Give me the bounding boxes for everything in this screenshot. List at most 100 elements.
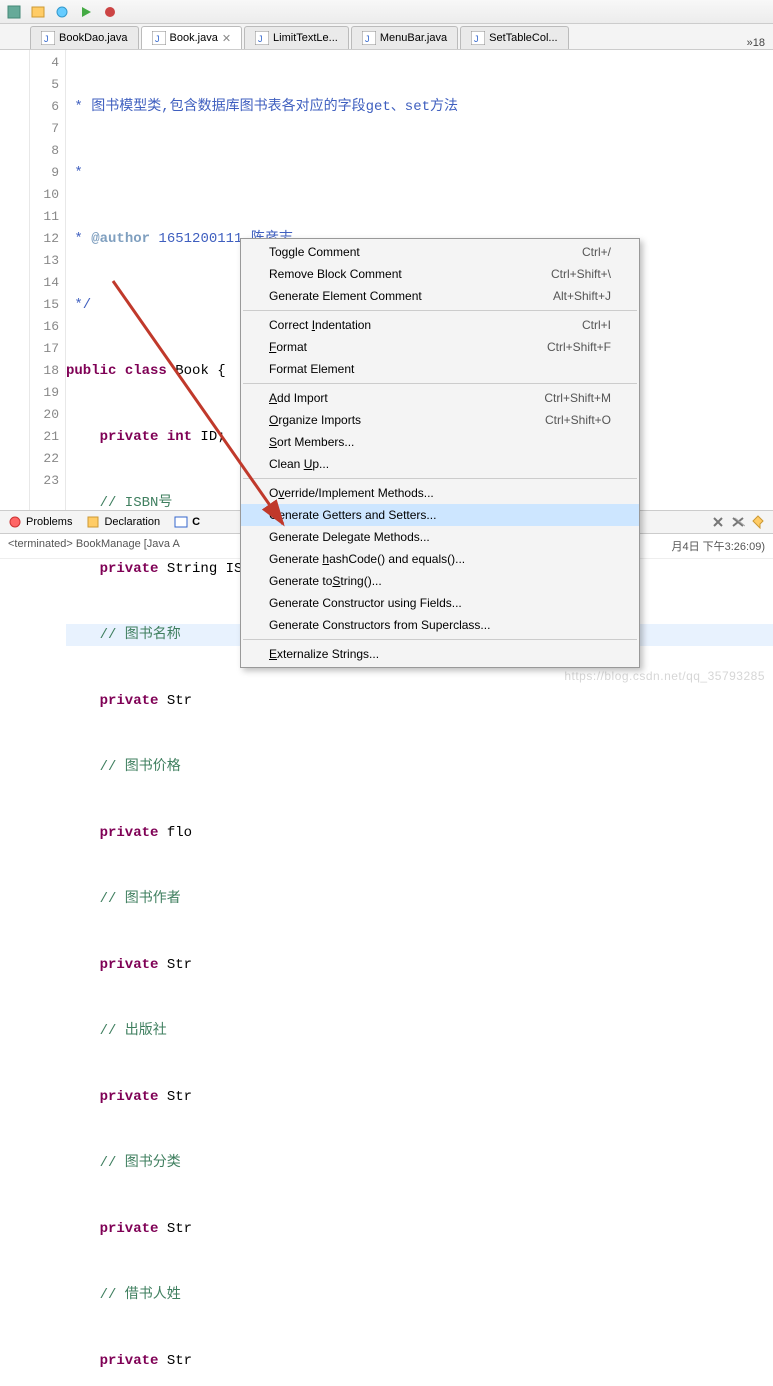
menu-item-label: Generate Constructors from Superclass...	[269, 618, 490, 632]
menu-item-label: Generate Element Comment	[269, 289, 422, 303]
menu-item[interactable]: Format Ctrl+Shift+F	[241, 336, 639, 358]
editor-tabs: J BookDao.java J Book.java ✕ J LimitText…	[0, 24, 773, 50]
line-number: 6	[30, 96, 59, 118]
problems-icon	[8, 515, 22, 529]
line-number: 21	[30, 426, 59, 448]
menu-item-label: Generate Delegate Methods...	[269, 530, 430, 544]
menu-item-label: Organize Imports	[269, 413, 361, 427]
line-number: 4	[30, 52, 59, 74]
line-number: 8	[30, 140, 59, 162]
menu-item-label: Override/Implement Methods...	[269, 486, 434, 500]
tab-book[interactable]: J Book.java ✕	[141, 26, 243, 49]
line-number: 9	[30, 162, 59, 184]
menu-item[interactable]: Generate Constructor using Fields...	[241, 592, 639, 614]
tab-settablecol[interactable]: J SetTableCol...	[460, 26, 568, 49]
menu-item-shortcut: Ctrl+Shift+\	[551, 267, 611, 281]
menu-item-label: Correct Indentation	[269, 318, 371, 332]
line-number: 23	[30, 470, 59, 492]
line-number: 18	[30, 360, 59, 382]
more-tabs-button[interactable]: »18	[739, 37, 773, 49]
menu-item[interactable]: Correct Indentation Ctrl+I	[241, 314, 639, 336]
menu-item[interactable]: Generate hashCode() and equals()...	[241, 548, 639, 570]
menu-item[interactable]: Sort Members...	[241, 431, 639, 453]
menu-item-label: Externalize Strings...	[269, 647, 379, 661]
menu-item-label: Toggle Comment	[269, 245, 360, 259]
toolbar-icon[interactable]	[54, 4, 70, 20]
close-icon[interactable]: ✕	[222, 32, 231, 45]
tab-bookdao[interactable]: J BookDao.java	[30, 26, 139, 49]
tab-label: BookDao.java	[59, 32, 128, 44]
toolbar-icon[interactable]	[102, 4, 118, 20]
menu-item[interactable]: Organize Imports Ctrl+Shift+O	[241, 409, 639, 431]
folding-margin[interactable]	[0, 50, 30, 510]
svg-text:J: J	[365, 34, 370, 44]
menu-item[interactable]: Clean Up...	[241, 453, 639, 475]
menu-item[interactable]: Format Element	[241, 358, 639, 380]
line-number: 5	[30, 74, 59, 96]
menu-item-shortcut: Alt+Shift+J	[553, 289, 611, 303]
toolbar-icon[interactable]	[30, 4, 46, 20]
line-number: 10	[30, 184, 59, 206]
svg-text:J: J	[44, 34, 49, 44]
java-file-icon: J	[255, 31, 269, 45]
tab-limittext[interactable]: J LimitTextLe...	[244, 26, 349, 49]
menu-separator	[243, 383, 637, 384]
source-context-menu: Toggle Comment Ctrl+/ Remove Block Comment…	[240, 238, 640, 668]
tab-label: MenuBar.java	[380, 32, 447, 44]
line-number: 14	[30, 272, 59, 294]
menu-item-shortcut: Ctrl+/	[582, 245, 611, 259]
menu-item[interactable]: Add Import Ctrl+Shift+M	[241, 387, 639, 409]
line-number: 16	[30, 316, 59, 338]
menu-separator	[243, 639, 637, 640]
java-file-icon: J	[41, 31, 55, 45]
menu-item-label: Remove Block Comment	[269, 267, 402, 281]
toolbar-icon[interactable]	[78, 4, 94, 20]
menu-item[interactable]: Externalize Strings...	[241, 643, 639, 665]
menu-item[interactable]: Generate Delegate Methods...	[241, 526, 639, 548]
line-number: 17	[30, 338, 59, 360]
java-file-icon: J	[152, 31, 166, 45]
tab-label: Book.java	[170, 32, 218, 44]
tab-label: LimitTextLe...	[273, 32, 338, 44]
watermark: https://blog.csdn.net/qq_35793285	[564, 669, 765, 683]
menu-item[interactable]: Generate Getters and Setters...	[241, 504, 639, 526]
menu-item-label: Generate Getters and Setters...	[269, 508, 436, 522]
line-number: 12	[30, 228, 59, 250]
menu-item[interactable]: Toggle Comment Ctrl+/	[241, 241, 639, 263]
tab-problems[interactable]: Problems	[8, 515, 72, 529]
menu-item-shortcut: Ctrl+I	[582, 318, 611, 332]
java-file-icon: J	[362, 31, 376, 45]
line-number: 13	[30, 250, 59, 272]
tab-label: SetTableCol...	[489, 32, 557, 44]
menu-item[interactable]: Generate Constructors from Superclass...	[241, 614, 639, 636]
line-number: 22	[30, 448, 59, 470]
menu-item[interactable]: Generate Element Comment Alt+Shift+J	[241, 285, 639, 307]
menu-item-shortcut: Ctrl+Shift+M	[544, 391, 611, 405]
menu-item[interactable]: Override/Implement Methods...	[241, 482, 639, 504]
line-number: 15	[30, 294, 59, 316]
java-file-icon: J	[471, 31, 485, 45]
menu-item-label: Generate toString()...	[269, 574, 382, 588]
svg-text:J: J	[155, 34, 160, 44]
menu-item-label: Clean Up...	[269, 457, 329, 471]
tab-menubar[interactable]: J MenuBar.java	[351, 26, 458, 49]
line-number: 20	[30, 404, 59, 426]
main-toolbar	[0, 0, 773, 24]
menu-item[interactable]: Generate toString()...	[241, 570, 639, 592]
menu-item-label: Format	[269, 340, 307, 354]
menu-item-label: Generate hashCode() and equals()...	[269, 552, 465, 566]
menu-item-shortcut: Ctrl+Shift+F	[547, 340, 611, 354]
line-number: 19	[30, 382, 59, 404]
menu-item-label: Format Element	[269, 362, 354, 376]
menu-item-shortcut: Ctrl+Shift+O	[545, 413, 611, 427]
menu-item-label: Add Import	[269, 391, 328, 405]
menu-separator	[243, 478, 637, 479]
menu-item[interactable]: Remove Block Comment Ctrl+Shift+\	[241, 263, 639, 285]
line-gutter: 4 5 6 7 8 9 10 11 12 13 14 15 16 17 18 1…	[30, 50, 66, 510]
menu-separator	[243, 310, 637, 311]
line-number: 11	[30, 206, 59, 228]
toolbar-icon[interactable]	[6, 4, 22, 20]
menu-item-label: Sort Members...	[269, 435, 354, 449]
svg-text:J: J	[474, 34, 479, 44]
svg-text:J: J	[258, 34, 263, 44]
